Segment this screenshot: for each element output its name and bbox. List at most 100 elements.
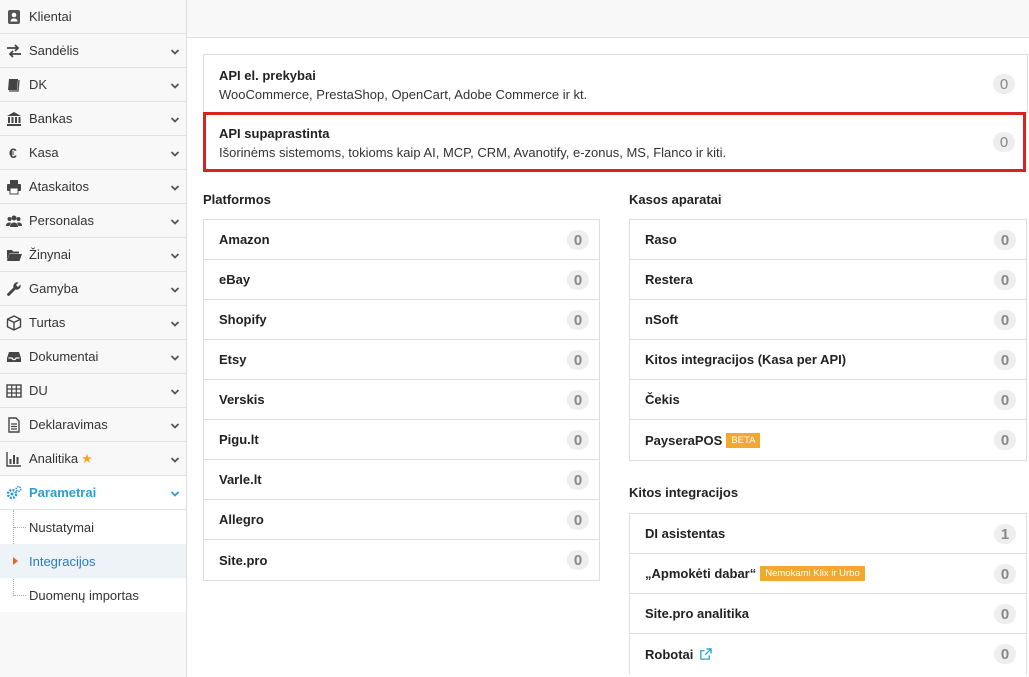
api-ecommerce-card[interactable]: API el. prekybai WooCommerce, PrestaShop…	[203, 54, 1028, 113]
integration-row-ebay[interactable]: eBay 0	[204, 260, 599, 300]
sidebar-item-parametrai[interactable]: Parametrai	[0, 476, 186, 510]
integration-row-site-pro-analitika[interactable]: Site.pro analitika 0	[630, 594, 1026, 634]
submenu-item-nustatymai[interactable]: Nustatymai	[0, 510, 186, 544]
sidebar-item-turtas[interactable]: Turtas	[0, 306, 186, 340]
integration-label: Allegro	[219, 512, 264, 527]
chevron-down-icon	[170, 147, 180, 157]
integration-row-etsy[interactable]: Etsy 0	[204, 340, 599, 380]
printer-icon	[5, 179, 23, 195]
submenu-parametrai: Nustatymai Integracijos Duomenų importas	[0, 510, 186, 612]
chevron-down-icon	[170, 351, 180, 361]
chevron-down-icon	[170, 419, 180, 429]
svg-text:€: €	[9, 145, 17, 161]
integration-row-amazon[interactable]: Amazon 0	[204, 220, 599, 260]
chevron-down-icon	[170, 249, 180, 259]
integration-row-verskis[interactable]: Verskis 0	[204, 380, 599, 420]
integration-row-robotai[interactable]: Robotai 0	[630, 634, 1026, 674]
integration-label: Raso	[645, 232, 677, 247]
count-badge: 0	[994, 350, 1016, 370]
book-icon	[5, 77, 23, 93]
integration-row-nsoft[interactable]: nSoft 0	[630, 300, 1026, 340]
integration-row-raso[interactable]: Raso 0	[630, 220, 1026, 260]
sidebar-item-label: Personalas	[29, 213, 95, 228]
sidebar-item-label: Kasa	[29, 145, 59, 160]
sidebar: Klientai Sandėlis DK Bankas € Kasa Ataskaitos P…	[0, 0, 187, 677]
sidebar-item-sandelis[interactable]: Sandėlis	[0, 34, 186, 68]
sidebar-item-deklaravimas[interactable]: Deklaravimas	[0, 408, 186, 442]
sidebar-item-ataskaitos[interactable]: Ataskaitos	[0, 170, 186, 204]
sidebar-item-label: Deklaravimas	[29, 417, 108, 432]
submenu-item-integracijos[interactable]: Integracijos	[0, 544, 186, 578]
count-badge: 1	[994, 524, 1016, 544]
integration-label: Čekis	[645, 392, 680, 407]
integration-row-site-pro[interactable]: Site.pro 0	[204, 540, 599, 580]
api-ecommerce-row[interactable]: API el. prekybai WooCommerce, PrestaShop…	[204, 55, 1027, 112]
integration-label: Kitos integracijos (Kasa per API)	[645, 352, 847, 367]
sidebar-item-dk[interactable]: DK	[0, 68, 186, 102]
integration-label: PayseraPOS	[645, 432, 723, 448]
sidebar-item-bankas[interactable]: Bankas	[0, 102, 186, 136]
sidebar-item-zinynai[interactable]: Žinynai	[0, 238, 186, 272]
count-badge: 0	[567, 310, 589, 330]
count-badge: 0	[567, 510, 589, 530]
kitos-list: DI asistentas 1 „Apmokėti dabar“ Nemokami K…	[629, 513, 1027, 674]
inbox-icon	[5, 349, 23, 365]
sidebar-item-label: Žinynai	[29, 247, 71, 262]
wrench-icon	[5, 281, 23, 297]
count-badge: 0	[994, 644, 1016, 664]
user-card-icon	[5, 9, 23, 25]
sidebar-item-gamyba[interactable]: Gamyba	[0, 272, 186, 306]
bar-chart-icon	[5, 451, 23, 467]
kitos-heading: Kitos integracijos	[629, 485, 739, 500]
integration-row-kitos-integracijos-kasa-per-api[interactable]: Kitos integracijos (Kasa per API) 0	[630, 340, 1026, 380]
folder-open-icon	[5, 247, 23, 263]
submenu-item-duomenu-importas[interactable]: Duomenų importas	[0, 578, 186, 612]
caret-right-icon	[13, 557, 18, 565]
integration-label: Site.pro analitika	[645, 606, 750, 621]
count-badge: 0	[994, 430, 1016, 450]
submenu-label: Duomenų importas	[29, 587, 139, 603]
api-ecommerce-title: API el. prekybai	[219, 68, 316, 83]
integration-row-pigu-lt[interactable]: Pigu.lt 0	[204, 420, 599, 460]
sidebar-item-klientai[interactable]: Klientai	[0, 0, 186, 34]
euro-icon: €	[5, 145, 23, 161]
integration-label: eBay	[219, 272, 251, 287]
integration-row-allegro[interactable]: Allegro 0	[204, 500, 599, 540]
gears-icon	[5, 485, 23, 501]
integration-row-varle-lt[interactable]: Varle.lt 0	[204, 460, 599, 500]
integration-label: Varle.lt	[219, 472, 262, 487]
count-badge: 0	[567, 270, 589, 290]
integration-label: Pigu.lt	[219, 432, 259, 447]
platformos-list: Amazon 0 eBay 0 Shopify 0 Etsy 0 Verskis 0 Pigu.lt…	[203, 219, 600, 581]
count-badge: 0	[994, 270, 1016, 290]
sidebar-item-analitika[interactable]: Analitika ★	[0, 442, 186, 476]
sidebar-item-label: Turtas	[29, 315, 66, 330]
sidebar-item-kasa[interactable]: € Kasa	[0, 136, 186, 170]
integration-row-payserapos[interactable]: PayseraPOS BETA 0	[630, 420, 1026, 460]
sidebar-item-label: Ataskaitos	[29, 179, 89, 194]
platformos-heading: Platformos	[203, 192, 271, 207]
sidebar-item-label: Sandėlis	[29, 43, 79, 58]
integration-label: „Apmokėti dabar“	[645, 566, 757, 581]
count-badge: 0	[567, 470, 589, 490]
chevron-down-icon	[170, 487, 180, 497]
integration-row-di-asistentas[interactable]: DI asistentas 1	[630, 514, 1026, 554]
count-badge: 0	[567, 430, 589, 450]
integration-label: nSoft	[645, 312, 679, 327]
chevron-down-icon	[170, 283, 180, 293]
sidebar-item-personalas[interactable]: Personalas	[0, 204, 186, 238]
integration-label: Etsy	[219, 352, 247, 367]
sidebar-item-label: DK	[29, 77, 48, 92]
integration-row-restera[interactable]: Restera 0	[630, 260, 1026, 300]
integration-row-shopify[interactable]: Shopify 0	[204, 300, 599, 340]
sidebar-item-label: Analitika	[29, 451, 79, 466]
api-ecommerce-desc: WooCommerce, PrestaShop, OpenCart, Adobe…	[219, 87, 588, 102]
sidebar-item-dokumentai[interactable]: Dokumentai	[0, 340, 186, 374]
integration-row-apmoketi-dabar[interactable]: „Apmokėti dabar“ Nemokami Klix ir Urbo 0	[630, 554, 1026, 594]
sidebar-item-du[interactable]: DU	[0, 374, 186, 408]
count-badge: 0	[567, 550, 589, 570]
chevron-down-icon	[170, 317, 180, 327]
external-link-icon[interactable]	[699, 647, 713, 661]
integration-row-cekis[interactable]: Čekis 0	[630, 380, 1026, 420]
count-badge: 0	[994, 390, 1016, 410]
